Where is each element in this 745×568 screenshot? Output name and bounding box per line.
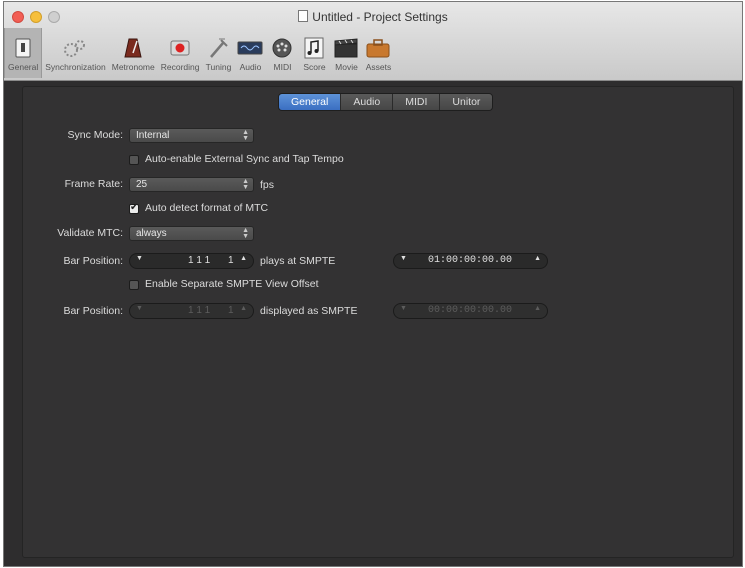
bar-position-label: Bar Position: — [63, 255, 123, 267]
project-settings-window: Untitled - Project Settings General Sync… — [3, 1, 743, 567]
tab-unitor[interactable]: Unitor — [440, 94, 493, 110]
score-icon — [301, 37, 327, 59]
toolbar-label: Metronome — [111, 62, 155, 72]
toolbar-general[interactable]: General — [4, 28, 43, 78]
decrement-arrow-icon[interactable]: ▼ — [136, 255, 143, 262]
toolbar-label: Movie — [335, 62, 358, 72]
bar-position-sub: 1 — [228, 255, 234, 266]
settings-panel: General Audio MIDI Unitor Sync Mode: Int… — [22, 86, 734, 558]
toolbar-score[interactable]: Score — [298, 28, 330, 78]
toolbar-label: Score — [303, 62, 326, 72]
bar-position-offset-sub: 1 — [228, 305, 234, 316]
toolbar-audio[interactable]: Audio — [234, 28, 266, 78]
metronome-icon — [120, 37, 146, 59]
toolbar-label: Tuning — [205, 62, 232, 72]
frame-rate-popup[interactable]: 25 ▲ ▼ — [129, 177, 254, 192]
auto-enable-sync-checkbox[interactable] — [129, 155, 139, 165]
frame-rate-label: Frame Rate: — [64, 178, 123, 190]
bar-position-offset-value: 1 1 1 — [188, 305, 211, 316]
toolbar-tuning[interactable]: Tuning — [202, 28, 234, 78]
toolbar-synchronization[interactable]: Synchronization — [42, 28, 108, 78]
tab-midi[interactable]: MIDI — [393, 94, 441, 110]
audio-icon — [237, 37, 263, 59]
bar-position-field[interactable]: ▼ 1 1 1 1 ▲ — [129, 253, 254, 269]
decrement-arrow-icon[interactable]: ▼ — [400, 305, 407, 312]
synchronization-icon — [62, 37, 88, 59]
toolbar-metronome[interactable]: Metronome — [109, 28, 158, 78]
smpte-offset-value: 00:00:00:00.00 — [428, 305, 513, 316]
smpte-position-field[interactable]: ▼ 01:00:00:00.00 ▲ — [393, 253, 548, 269]
toolbar-label: General — [8, 62, 39, 72]
toolbar-label: Synchronization — [45, 62, 106, 72]
sync-mode-popup[interactable]: Internal ▲ ▼ — [129, 128, 254, 143]
sync-mode-value: Internal — [136, 130, 170, 141]
assets-icon — [365, 37, 391, 59]
tuning-icon — [205, 37, 231, 59]
increment-arrow-icon[interactable]: ▲ — [534, 255, 541, 262]
sync-mode-label: Sync Mode: — [67, 129, 123, 141]
increment-arrow-icon[interactable]: ▲ — [240, 305, 247, 312]
plays-at-smpte-label: plays at SMPTE — [260, 255, 336, 267]
toolbar-midi[interactable]: MIDI — [266, 28, 298, 78]
smpte-offset-field[interactable]: ▼ 00:00:00:00.00 ▲ — [393, 303, 548, 319]
midi-icon — [269, 37, 295, 59]
validate-mtc-value: always — [136, 228, 167, 239]
separate-smpte-offset-label: Enable Separate SMPTE View Offset — [145, 278, 319, 290]
auto-enable-sync-label: Auto-enable External Sync and Tap Tempo — [145, 153, 344, 165]
toolbar-movie[interactable]: Movie — [330, 28, 362, 78]
smpte-position-value: 01:00:00:00.00 — [428, 255, 513, 266]
fps-unit: fps — [260, 179, 275, 191]
bar-position-value: 1 1 1 — [188, 255, 211, 266]
decrement-arrow-icon[interactable]: ▼ — [400, 255, 407, 262]
validate-mtc-popup[interactable]: always ▲ ▼ — [129, 226, 254, 241]
window-title: Untitled - Project Settings — [312, 10, 448, 24]
popup-arrows-icon: ▲ ▼ — [242, 129, 249, 142]
document-icon — [298, 10, 309, 22]
bar-position-offset-field[interactable]: ▼ 1 1 1 1 ▲ — [129, 303, 254, 319]
toolbar-label: MIDI — [273, 62, 292, 72]
popup-arrows-icon: ▲ ▼ — [242, 227, 249, 240]
auto-detect-mtc-label: Auto detect format of MTC — [145, 202, 269, 214]
movie-icon — [333, 37, 359, 59]
toolbar-label: Audio — [239, 62, 262, 72]
decrement-arrow-icon[interactable]: ▼ — [136, 305, 143, 312]
tab-general[interactable]: General — [279, 94, 342, 110]
window-title-container: Untitled - Project Settings — [4, 10, 742, 24]
title-bar: Untitled - Project Settings General Sync… — [4, 2, 742, 81]
frame-rate-value: 25 — [136, 179, 148, 190]
toolbar-label: Assets — [365, 62, 392, 72]
validate-mtc-label: Validate MTC: — [57, 227, 123, 239]
sync-tabs: General Audio MIDI Unitor — [278, 93, 494, 111]
toolbar-recording[interactable]: Recording — [158, 28, 203, 78]
toolbar-assets[interactable]: Assets — [362, 28, 394, 78]
general-icon — [10, 37, 36, 59]
tab-audio[interactable]: Audio — [341, 94, 394, 110]
settings-toolbar: General Synchronization Metronome Record… — [4, 28, 394, 78]
recording-icon — [167, 37, 193, 59]
increment-arrow-icon[interactable]: ▲ — [534, 305, 541, 312]
bar-position-offset-label: Bar Position: — [63, 305, 123, 317]
displayed-as-smpte-label: displayed as SMPTE — [260, 305, 358, 317]
separate-smpte-offset-checkbox[interactable] — [129, 280, 139, 290]
popup-arrows-icon: ▲ ▼ — [242, 178, 249, 191]
toolbar-label: Recording — [160, 62, 200, 72]
increment-arrow-icon[interactable]: ▲ — [240, 255, 247, 262]
auto-detect-mtc-checkbox[interactable] — [129, 202, 139, 214]
